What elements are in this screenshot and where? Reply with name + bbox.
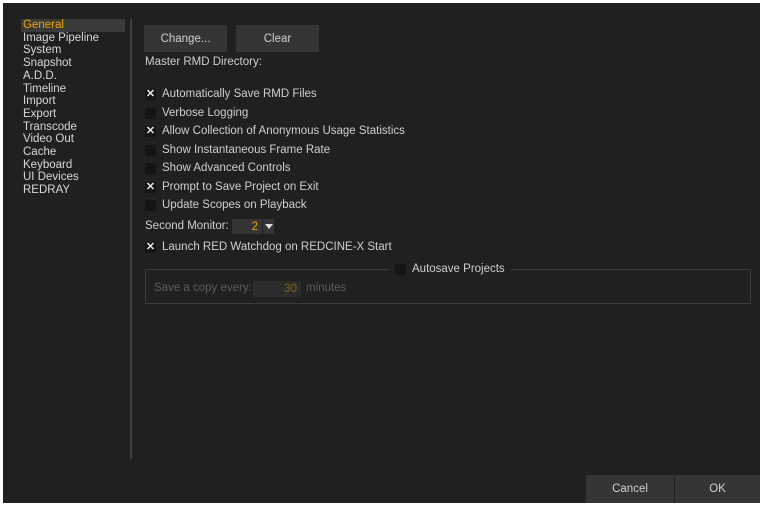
autosave-label: Autosave Projects [412, 263, 505, 275]
option-prompt-save[interactable]: ✕ Prompt to Save Project on Exit [145, 180, 319, 194]
checkbox[interactable] [145, 199, 156, 211]
option-label: Prompt to Save Project on Exit [162, 181, 319, 193]
clear-directory-button[interactable]: Clear [236, 25, 319, 52]
chevron-down-icon [263, 224, 274, 229]
sidebar-item-timeline[interactable]: Timeline [21, 83, 125, 96]
second-monitor-label: Second Monitor: [145, 220, 229, 232]
sidebar-item-image-pipeline[interactable]: Image Pipeline [21, 32, 125, 45]
sidebar-item-keyboard[interactable]: Keyboard [21, 159, 125, 172]
change-directory-button[interactable]: Change... [144, 25, 227, 52]
sidebar-item-redray[interactable]: REDRAY [21, 184, 125, 197]
checkbox[interactable] [145, 162, 156, 174]
autosave-interval-input[interactable]: 30 [253, 281, 301, 297]
option-advanced-controls[interactable]: Show Advanced Controls [145, 161, 291, 175]
sidebar-item-system[interactable]: System [21, 44, 125, 57]
checkbox[interactable]: ✕ [145, 241, 156, 253]
sidebar-item-cache[interactable]: Cache [21, 146, 125, 159]
option-label: Show Advanced Controls [162, 162, 291, 174]
option-usage-statistics[interactable]: ✕ Allow Collection of Anonymous Usage St… [145, 124, 405, 138]
sidebar-item-import[interactable]: Import [21, 95, 125, 108]
autosave-suffix-label: minutes [306, 282, 347, 294]
cancel-button[interactable]: Cancel [586, 475, 674, 503]
option-label: Launch RED Watchdog on REDCINE-X Start [162, 241, 392, 253]
second-monitor-value: 2 [251, 220, 258, 233]
sidebar-item-video-out[interactable]: Video Out [21, 133, 125, 146]
option-update-scopes[interactable]: Update Scopes on Playback [145, 198, 306, 212]
option-label: Allow Collection of Anonymous Usage Stat… [162, 125, 405, 137]
master-rmd-directory-label: Master RMD Directory: [145, 56, 262, 68]
autosave-prefix-label: Save a copy every: [154, 282, 252, 294]
checkbox[interactable]: ✕ [145, 181, 156, 193]
option-label: Update Scopes on Playback [162, 199, 307, 211]
checkbox[interactable]: ✕ [145, 88, 156, 100]
option-label: Automatically Save RMD Files [162, 88, 317, 100]
option-label: Show Instantaneous Frame Rate [162, 144, 331, 156]
sidebar-item-transcode[interactable]: Transcode [21, 121, 125, 134]
preferences-window: General Image Pipeline System Snapshot A… [3, 3, 760, 503]
sidebar-item-add[interactable]: A.D.D. [21, 70, 125, 83]
sidebar-item-export[interactable]: Export [21, 108, 125, 121]
second-monitor-select[interactable]: 2 [232, 219, 274, 234]
ok-button[interactable]: OK [675, 475, 760, 503]
option-frame-rate[interactable]: Show Instantaneous Frame Rate [145, 143, 330, 157]
option-label: Verbose Logging [162, 107, 249, 119]
preferences-sidebar: General Image Pipeline System Snapshot A… [21, 19, 125, 197]
option-verbose-logging[interactable]: Verbose Logging [145, 106, 248, 120]
checkbox[interactable] [145, 107, 156, 119]
sidebar-divider [130, 19, 132, 459]
checkbox[interactable] [145, 144, 156, 156]
autosave-checkbox[interactable] [395, 263, 406, 275]
option-auto-save-rmd[interactable]: ✕ Automatically Save RMD Files [145, 87, 317, 101]
sidebar-item-snapshot[interactable]: Snapshot [21, 57, 125, 70]
checkbox[interactable]: ✕ [145, 125, 156, 137]
sidebar-item-ui-devices[interactable]: UI Devices [21, 171, 125, 184]
autosave-toggle[interactable]: Autosave Projects [389, 262, 511, 276]
option-red-watchdog[interactable]: ✕ Launch RED Watchdog on REDCINE-X Start [145, 240, 392, 254]
sidebar-item-general[interactable]: General [21, 19, 125, 32]
